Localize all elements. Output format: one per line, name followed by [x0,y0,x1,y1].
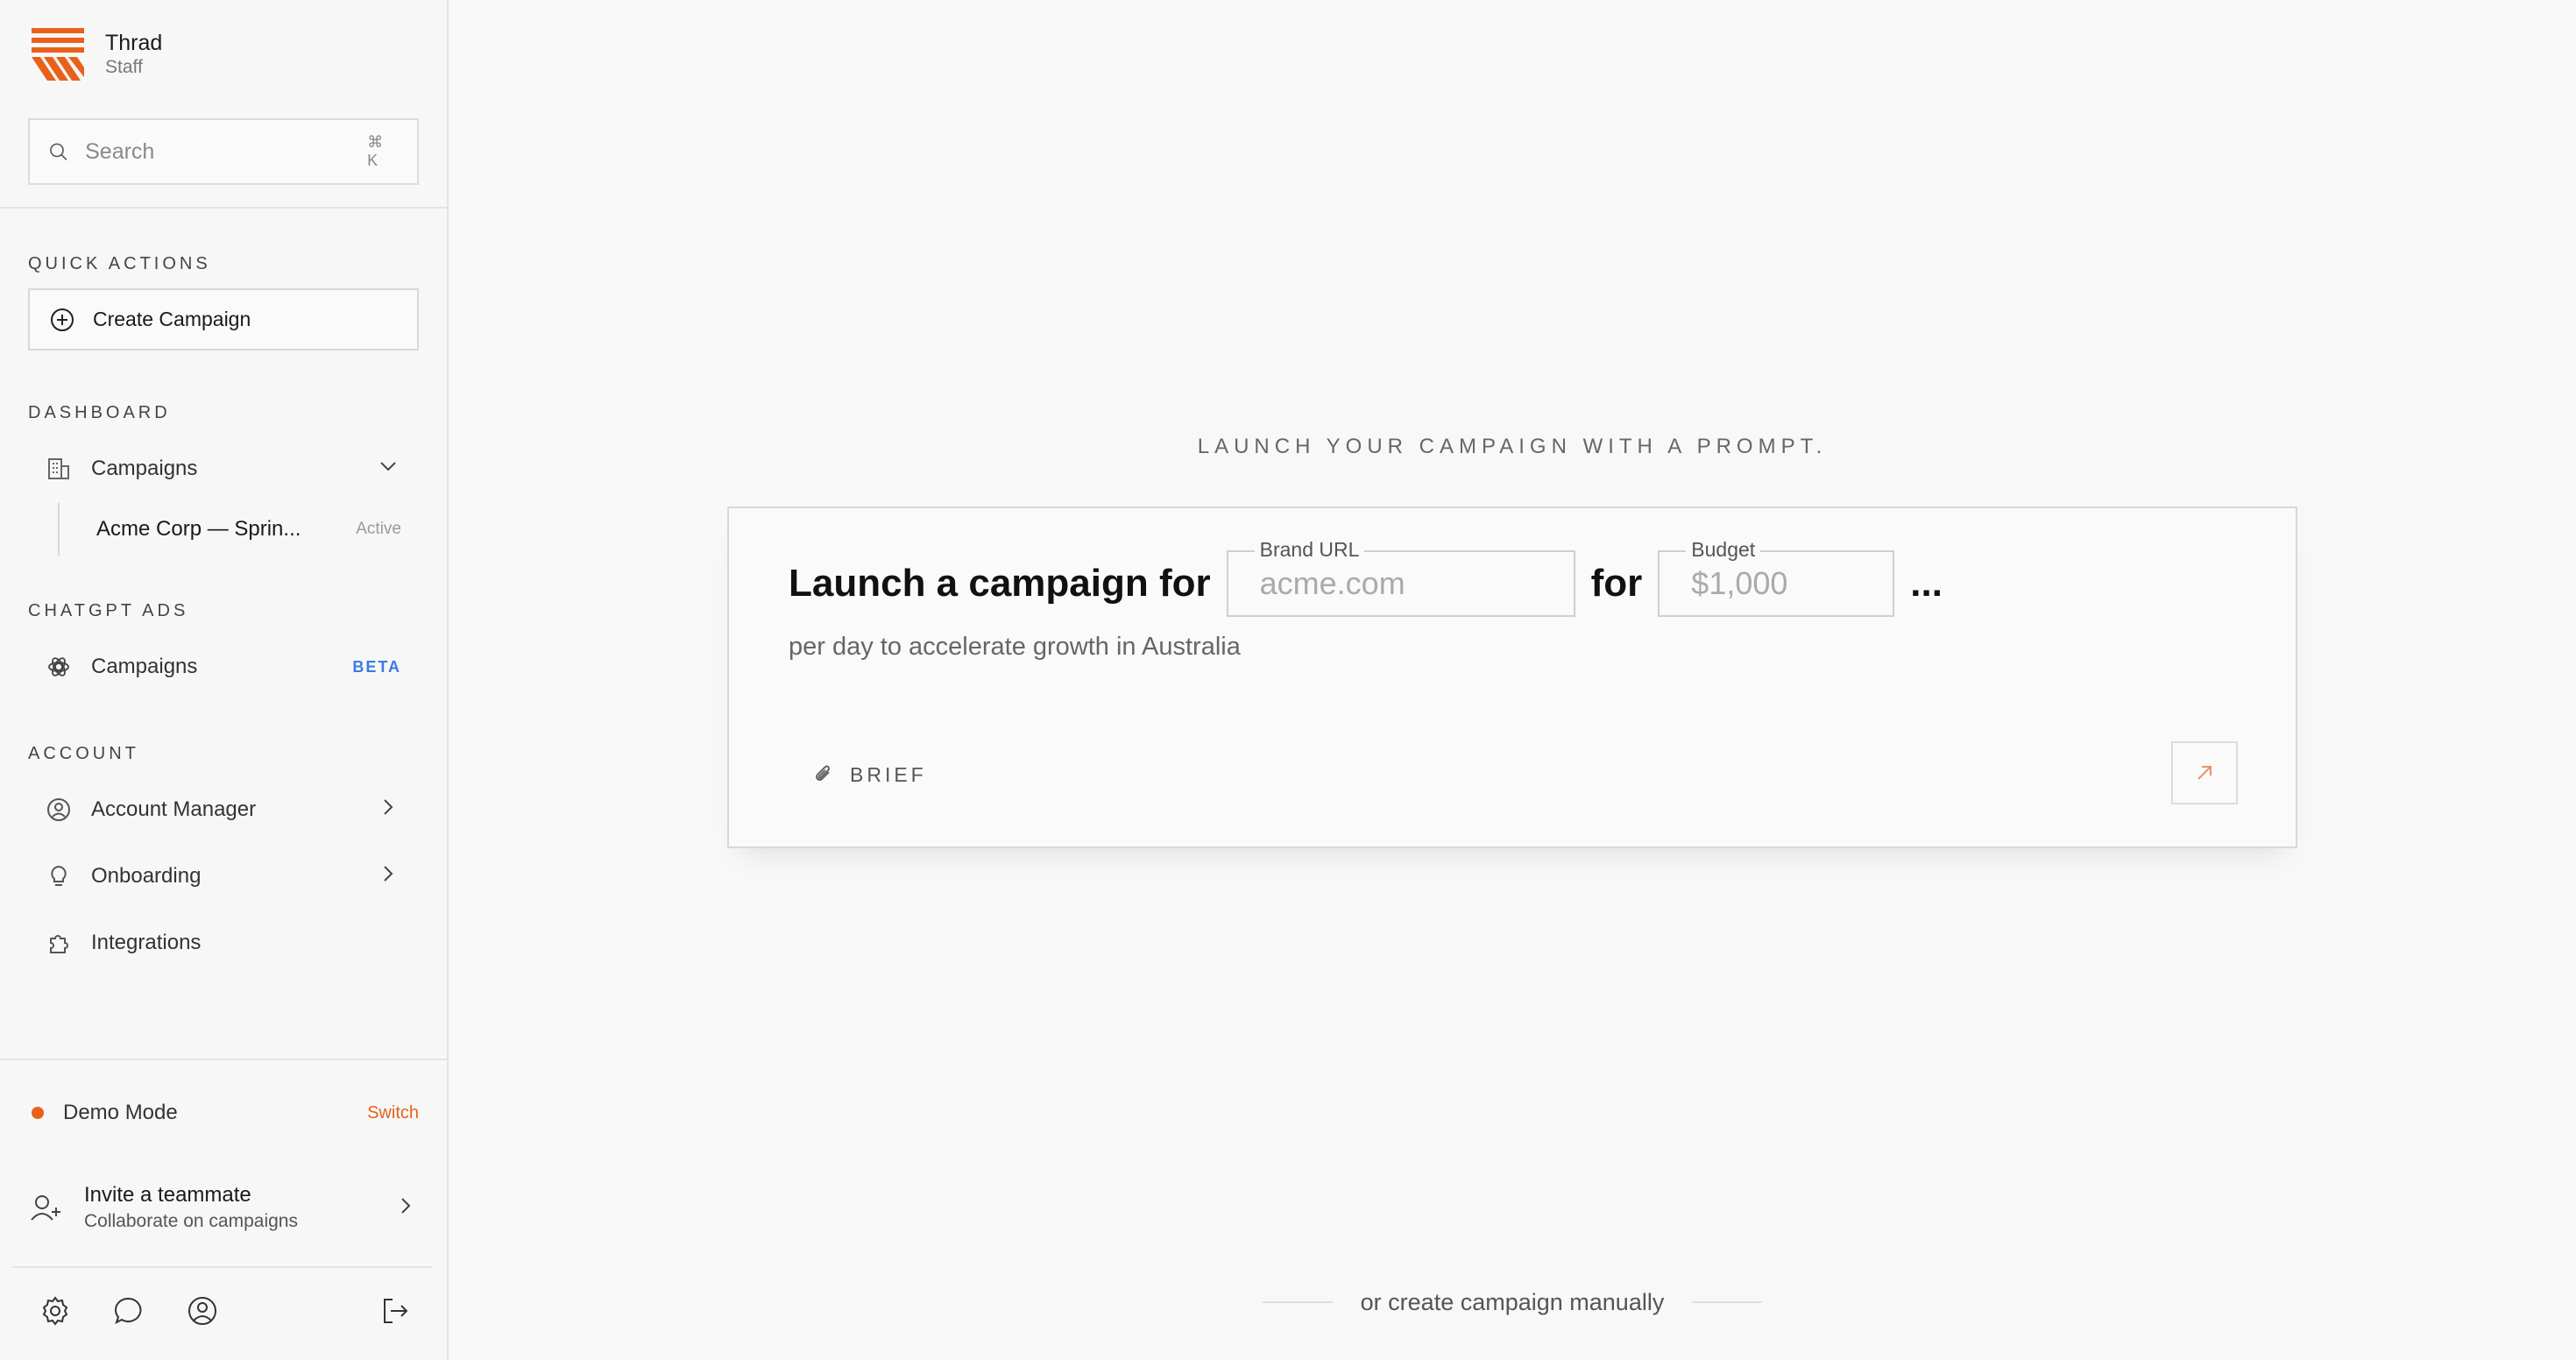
sidebar-item-label: Integrations [91,931,202,954]
sidebar-item-onboarding[interactable]: Onboarding [28,850,419,903]
brand-url-legend: Brand URL [1254,538,1365,562]
sidebar-item-label: Campaigns [91,457,198,480]
section-quick-actions: QUICK ACTIONS [28,254,211,273]
thrad-logo-icon [32,28,84,81]
switch-button[interactable]: Switch [367,1103,419,1123]
create-campaign-label: Create Campaign [93,308,251,330]
sidebar-item-label: Onboarding [91,864,202,888]
status-dot [32,1107,44,1119]
chevron-down-icon[interactable] [375,453,401,485]
section-dashboard: DASHBOARD [28,403,171,422]
sidebar-item-campaigns[interactable]: Campaigns [28,443,419,495]
prompt-headline: Launch a campaign for Brand URL for Budg… [789,538,1943,617]
divider [0,207,447,209]
ellipsis: ... [1910,562,1943,605]
divider [0,1059,447,1060]
sidebar: Thrad Staff ⌘ K QUICK ACTIONS Create Cam… [0,0,449,1360]
budget-field[interactable]: Budget [1658,538,1895,617]
divider [1692,1301,1763,1303]
prompt-label: LAUNCH YOUR CAMPAIGN WITH A PROMPT. [1197,435,1828,458]
chat-icon[interactable] [112,1294,145,1328]
brief-label: BRIEF [850,762,927,786]
submit-button[interactable] [2171,741,2238,804]
sidebar-item-label: Account Manager [91,797,257,821]
create-manually-link[interactable]: or create campaign manually [1361,1289,1665,1316]
brand-url-field[interactable]: Brand URL [1226,538,1575,617]
sidebar-item-chatgpt-campaigns[interactable]: Campaigns BETA [28,641,419,693]
demo-mode-label: Demo Mode [63,1101,178,1124]
brand[interactable]: Thrad Staff [30,26,162,82]
status-badge: Active [356,520,401,538]
beta-badge: BETA [352,657,401,676]
paperclip-icon [815,765,830,782]
puzzle-icon [46,930,72,956]
building-icon [46,456,72,482]
sidebar-item-integrations[interactable]: Integrations [28,917,419,969]
sidebar-item-account-manager[interactable]: Account Manager [28,783,419,836]
campaign-name: Acme Corp — Sprin... [96,517,301,541]
brief-button[interactable]: BRIEF [811,757,927,792]
budget-legend: Budget [1686,538,1761,562]
user-circle-icon[interactable] [186,1294,219,1328]
divider [1262,1301,1333,1303]
connector-text: for [1590,562,1643,605]
prompt-continuation: per day to accelerate growth in Australi… [789,633,1241,661]
search-input[interactable] [85,138,368,165]
section-chatgpt-ads: CHATGPT ADS [28,601,189,620]
openai-icon [46,654,72,680]
demo-mode-row: Demo Mode Switch [28,1091,419,1135]
invite-subtitle: Collaborate on campaigns [84,1211,298,1231]
chevron-right-icon [393,1193,419,1223]
chevron-right-icon [375,794,401,826]
lightbulb-icon [46,863,72,889]
search-box[interactable]: ⌘ K [28,118,419,185]
brand-name: Thrad [105,31,163,55]
plus-circle-icon [51,308,74,331]
arrow-up-right-icon [2197,766,2212,780]
chevron-right-icon [375,861,401,893]
search-shortcut: ⌘ K [367,133,387,169]
user-plus-icon [31,1195,60,1221]
headline-prefix: Launch a campaign for [789,562,1211,605]
divider [12,1266,433,1268]
brand-role: Staff [105,57,143,77]
create-campaign-button[interactable]: Create Campaign [28,288,419,351]
sidebar-subitem-campaign[interactable]: Acme Corp — Sprin... Active [58,503,419,556]
search-icon [50,143,67,160]
gear-icon[interactable] [39,1294,72,1328]
section-account: ACCOUNT [28,744,139,763]
user-circle-icon [46,797,72,823]
logout-icon[interactable] [379,1294,412,1328]
campaign-prompt-card: Launch a campaign for Brand URL for Budg… [727,506,2297,848]
invite-teammate-button[interactable]: Invite a teammate Collaborate on campaig… [28,1171,419,1244]
sidebar-footer [39,1293,412,1329]
manual-create: or create campaign manually [1249,1285,1775,1320]
sidebar-item-label: Campaigns [91,655,198,678]
invite-title: Invite a teammate [84,1183,251,1207]
